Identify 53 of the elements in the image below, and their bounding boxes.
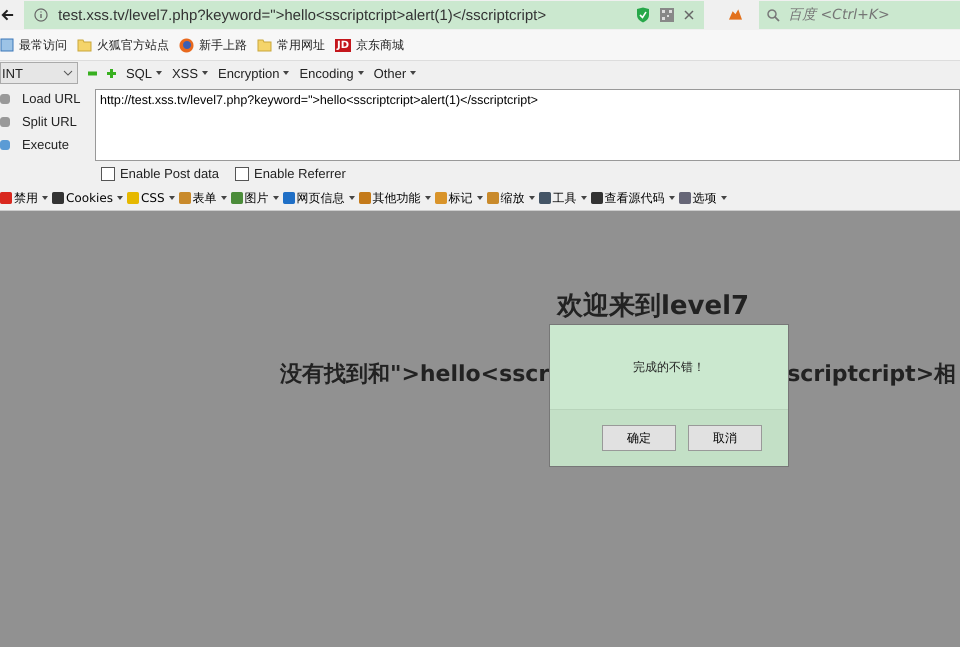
checkbox-label: Enable Referrer — [254, 166, 346, 181]
search-icon — [767, 8, 780, 22]
toolbar-menu[interactable]: 禁用 — [0, 190, 48, 206]
close-icon[interactable] — [684, 10, 694, 20]
checkbox[interactable] — [235, 166, 250, 180]
toolbar-menu[interactable]: 缩放 — [486, 190, 535, 206]
toolbar-menu[interactable]: CSS — [126, 191, 175, 205]
hackbar-menu[interactable]: Other — [374, 66, 416, 80]
address-bar[interactable]: test.xss.tv/level7.php?keyword=">hello<sscriptcript>alert(1)</sscriptcript> — [24, 1, 704, 29]
plus-icon[interactable] — [107, 68, 116, 78]
toolbar-menu[interactable]: 图片 — [230, 190, 279, 206]
page-icon — [0, 38, 14, 52]
search-input[interactable]: 百度 <Ctrl+K> — [786, 6, 960, 24]
hackbar-action-button[interactable]: Load URL — [20, 89, 83, 108]
bookmark-item[interactable]: 常用网址 — [257, 36, 325, 54]
toolbar-menu[interactable]: 其他功能 — [358, 190, 431, 206]
hackbar-menu[interactable]: Encryption — [218, 66, 290, 80]
url-input-field[interactable]: http://test.xss.tv/level7.php?keyword=">hello<sscriptcript>alert(1)</sscriptcript> — [95, 89, 960, 161]
page-heading: 欢迎来到level7 — [557, 291, 750, 321]
logo-icon: JD — [335, 38, 352, 52]
search-field[interactable]: 百度 <Ctrl+K> — [759, 1, 960, 29]
toolbar-menu[interactable]: 表单 — [178, 190, 227, 206]
hackbar-action-button[interactable]: Split URL — [20, 112, 79, 131]
type-dropdown[interactable]: INT — [0, 62, 78, 84]
toolbar-menu[interactable]: Cookies — [52, 191, 123, 205]
toolbar-menu[interactable]: 网页信息 — [282, 190, 355, 206]
hackbar-menu[interactable]: Encoding — [299, 66, 364, 80]
shield-icon[interactable] — [636, 7, 650, 23]
checkbox-label: Enable Post data — [120, 166, 220, 181]
bookmark-item[interactable]: JD 京东商城 — [335, 36, 404, 54]
result-text: scriptcript>相 — [787, 361, 956, 389]
qr-code-icon[interactable] — [660, 8, 674, 22]
hackbar-menu[interactable]: XSS — [172, 66, 208, 80]
toolbar-menu[interactable]: 标记 — [434, 190, 483, 206]
hackbar-action-button[interactable]: Execute — [20, 135, 71, 154]
minus-icon[interactable] — [88, 68, 97, 78]
bookmark-item[interactable]: 最常访问 — [0, 36, 67, 54]
dialog-button[interactable]: 确定 — [602, 425, 676, 451]
result-text: 没有找到和">hello<sscr — [280, 361, 550, 389]
dialog-button[interactable]: 取消 — [688, 425, 762, 451]
chevron-down-icon — [63, 70, 73, 76]
folder-icon — [77, 38, 92, 52]
url-text: test.xss.tv/level7.php?keyword=">hello<sscriptcript>alert(1)</sscriptcript> — [58, 6, 546, 24]
checkbox[interactable] — [101, 166, 115, 180]
toolbar-menu[interactable]: 查看源代码 — [590, 190, 675, 206]
dialog-message: 完成的不错！ — [633, 358, 705, 376]
bookmark-item[interactable]: 新手上路 — [179, 36, 247, 54]
bookmark-item[interactable]: 火狐官方站点 — [77, 36, 169, 54]
toolbar-menu[interactable]: 工具 — [538, 190, 587, 206]
folder-icon — [257, 38, 272, 52]
toolbar-menu[interactable]: 选项 — [678, 190, 727, 206]
back-icon[interactable] — [1, 8, 14, 22]
hackbar-menu[interactable]: SQL — [126, 66, 162, 80]
